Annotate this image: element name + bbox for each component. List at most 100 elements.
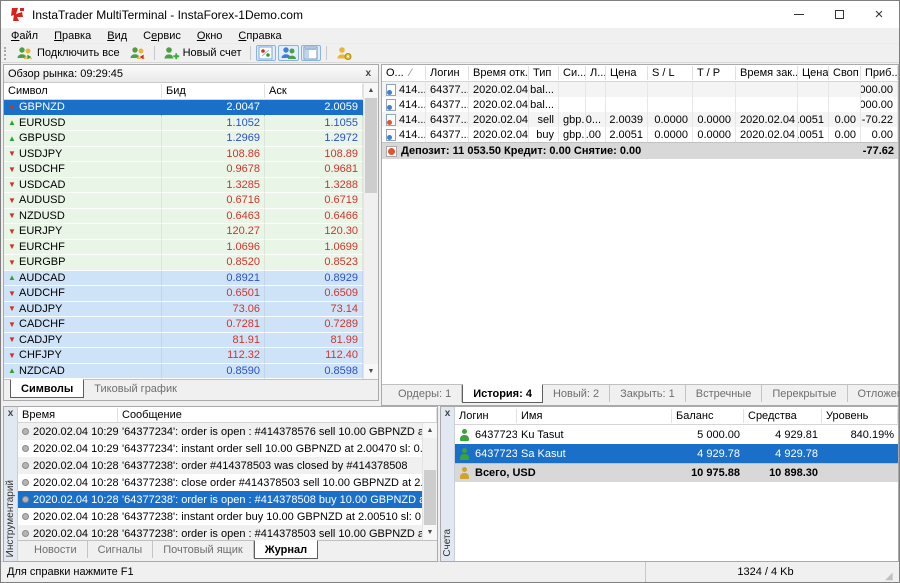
- order-row[interactable]: 414...64377...2020.02.04 ...bal...5 000.…: [382, 82, 898, 97]
- accounts-close-icon[interactable]: x: [442, 408, 454, 419]
- market-watch-row[interactable]: ▲EURUSD1.10521.1055: [4, 116, 363, 132]
- journal-row[interactable]: 2020.02.04 10:28:...'64377238': instant …: [18, 508, 422, 525]
- disconnect-all-button[interactable]: [125, 45, 149, 62]
- scrollbar-thumb[interactable]: [365, 98, 377, 193]
- menu-item-Сервис[interactable]: Сервис: [135, 29, 189, 43]
- orders-tab[interactable]: Отложенный: 1: [848, 385, 900, 402]
- orders-column-0[interactable]: О...∕: [382, 66, 426, 80]
- orders-column-11[interactable]: Своп: [829, 66, 861, 80]
- scroll-down-icon[interactable]: ▼: [364, 364, 378, 379]
- market-watch-row[interactable]: ▲NZDCAD0.85900.8598: [4, 364, 363, 380]
- journal-row[interactable]: 2020.02.04 10:28:...'64377238': order is…: [18, 491, 422, 508]
- scroll-down-icon[interactable]: ▼: [423, 525, 437, 540]
- market-watch-row[interactable]: ▼USDJPY108.86108.89: [4, 147, 363, 163]
- journal-tab[interactable]: Почтовый ящик: [153, 541, 253, 558]
- journal-column-Сообщение[interactable]: Сообщение: [118, 408, 437, 422]
- journal-row[interactable]: 2020.02.04 10:29:...'64377234': instant …: [18, 440, 422, 457]
- orders-column-3[interactable]: Тип: [529, 66, 559, 80]
- orders-column-7[interactable]: S / L: [648, 66, 693, 80]
- menu-item-Файл[interactable]: Файл: [3, 29, 46, 43]
- menu-item-Вид[interactable]: Вид: [99, 29, 135, 43]
- journal-side-tab[interactable]: Инструментарий: [5, 480, 16, 557]
- market-watch-row[interactable]: ▲AUDCAD0.89210.8929: [4, 271, 363, 287]
- maximize-button[interactable]: [819, 1, 859, 28]
- journal-row[interactable]: 2020.02.04 10:29:...'64377234': order is…: [18, 423, 422, 440]
- journal-column-Время[interactable]: Время: [18, 408, 118, 422]
- market-watch-row[interactable]: ▼EURGBP0.85200.8523: [4, 255, 363, 271]
- menu-item-Правка[interactable]: Правка: [46, 29, 99, 43]
- menu-item-Справка[interactable]: Справка: [230, 29, 289, 43]
- market-watch-row[interactable]: ▼GBPNZD2.00472.0059: [4, 100, 363, 116]
- market-watch-close-icon[interactable]: x: [362, 68, 374, 79]
- accounts-column-Логин[interactable]: Логин: [455, 409, 517, 423]
- order-row[interactable]: 414...64377...2020.02.04 ...bal...5 000.…: [382, 97, 898, 112]
- market-watch-row[interactable]: ▼NZDUSD0.64630.6466: [4, 209, 363, 225]
- accounts-column-Имя[interactable]: Имя: [517, 409, 672, 423]
- journal-tab[interactable]: Сигналы: [88, 541, 154, 558]
- market-watch-row[interactable]: ▼EURCHF1.06961.0699: [4, 240, 363, 256]
- market-watch-row[interactable]: ▼AUDCHF0.65010.6509: [4, 286, 363, 302]
- journal-row[interactable]: 2020.02.04 10:28:...'64377238': order is…: [18, 525, 422, 540]
- scrollbar-track[interactable]: [364, 98, 378, 364]
- market-watch-row[interactable]: ▲GBPUSD1.29691.2972: [4, 131, 363, 147]
- orders-column-1[interactable]: Логин: [426, 66, 469, 80]
- scroll-up-icon[interactable]: ▲: [364, 83, 378, 98]
- scroll-up-icon[interactable]: ▲: [423, 423, 437, 438]
- orders-column-8[interactable]: T / P: [693, 66, 736, 80]
- accounts-toggle[interactable]: [278, 45, 299, 61]
- orders-column-12[interactable]: Приб...: [861, 66, 898, 80]
- connect-all-button[interactable]: Подключить все: [13, 45, 123, 62]
- orders-column-2[interactable]: Время отк...: [469, 66, 529, 80]
- market-watch-row[interactable]: ▼AUDUSD0.67160.6719: [4, 193, 363, 209]
- orders-tab[interactable]: Новый: 2: [543, 385, 610, 402]
- toolbar-grip[interactable]: [4, 47, 9, 60]
- orders-tab[interactable]: Перекрытые: [762, 385, 847, 402]
- market-watch-tab[interactable]: Символы: [10, 379, 84, 398]
- account-settings-button[interactable]: [332, 45, 355, 62]
- orders-tab[interactable]: История: 4: [462, 384, 543, 403]
- market-watch-toggle[interactable]: [256, 45, 276, 61]
- accounts-side-tab[interactable]: Счета: [442, 529, 453, 557]
- journal-close-icon[interactable]: x: [5, 408, 17, 419]
- market-watch-column-Символ[interactable]: Символ: [4, 84, 162, 98]
- orders-tab[interactable]: Закрыть: 1: [610, 385, 686, 402]
- market-watch-row[interactable]: ▼AUDJPY73.0673.14: [4, 302, 363, 318]
- orders-column-4[interactable]: Си...: [559, 66, 586, 80]
- journal-tab[interactable]: Новости: [24, 541, 88, 558]
- market-watch-row[interactable]: ▼USDCHF0.96780.9681: [4, 162, 363, 178]
- market-watch-row[interactable]: ▼USDCAD1.32851.3288: [4, 178, 363, 194]
- market-watch-row[interactable]: ▼CADJPY81.9181.99: [4, 333, 363, 349]
- minimize-button[interactable]: [779, 1, 819, 28]
- order-row[interactable]: 414...64377...2020.02.04 ...buygbp...0.0…: [382, 127, 898, 142]
- journal-scrollbar[interactable]: ▲ ▼: [422, 423, 437, 540]
- resize-grip-icon[interactable]: ◢: [885, 571, 899, 582]
- accounts-column-Средства[interactable]: Средства: [744, 409, 822, 423]
- journal-tab[interactable]: Журнал: [254, 540, 318, 559]
- close-button[interactable]: ×: [859, 1, 899, 28]
- journal-row[interactable]: 2020.02.04 10:28:...'64377238': order #4…: [18, 457, 422, 474]
- orders-tab[interactable]: Ордеры: 1: [388, 385, 462, 402]
- scrollbar-thumb[interactable]: [424, 470, 436, 525]
- market-watch-column-Аск[interactable]: Аск: [265, 84, 363, 98]
- accounts-column-Баланс[interactable]: Баланс: [672, 409, 744, 423]
- orders-tab[interactable]: Встречные: [686, 385, 763, 402]
- menu-item-Окно[interactable]: Окно: [189, 29, 231, 43]
- orders-column-5[interactable]: Л...: [586, 66, 606, 80]
- toolbox-toggle[interactable]: [301, 45, 321, 61]
- orders-column-9[interactable]: Время зак...: [736, 66, 798, 80]
- new-account-button[interactable]: Новый счет: [160, 45, 245, 62]
- market-watch-scrollbar[interactable]: ▲ ▼: [363, 83, 378, 379]
- accounts-column-Уровень[interactable]: Уровень: [822, 409, 898, 423]
- scrollbar-track[interactable]: [423, 438, 437, 525]
- market-watch-row[interactable]: ▼CHFJPY112.32112.40: [4, 348, 363, 364]
- market-watch-tab[interactable]: Тиковый график: [84, 380, 187, 397]
- order-row[interactable]: 414...64377...2020.02.04 ...sellgbp...10…: [382, 112, 898, 127]
- account-row[interactable]: 64377238Sa Kasut4 929.784 929.78: [455, 444, 898, 463]
- orders-column-6[interactable]: Цена: [606, 66, 648, 80]
- market-watch-row[interactable]: ▼EURJPY120.27120.30: [4, 224, 363, 240]
- orders-column-10[interactable]: Цена: [798, 66, 829, 80]
- market-watch-column-Бид[interactable]: Бид: [162, 84, 265, 98]
- account-row[interactable]: 64377234Ku Tasut5 000.004 929.81840.19%: [455, 425, 898, 444]
- market-watch-row[interactable]: ▼CADCHF0.72810.7289: [4, 317, 363, 333]
- journal-row[interactable]: 2020.02.04 10:28:...'64377238': close or…: [18, 474, 422, 491]
